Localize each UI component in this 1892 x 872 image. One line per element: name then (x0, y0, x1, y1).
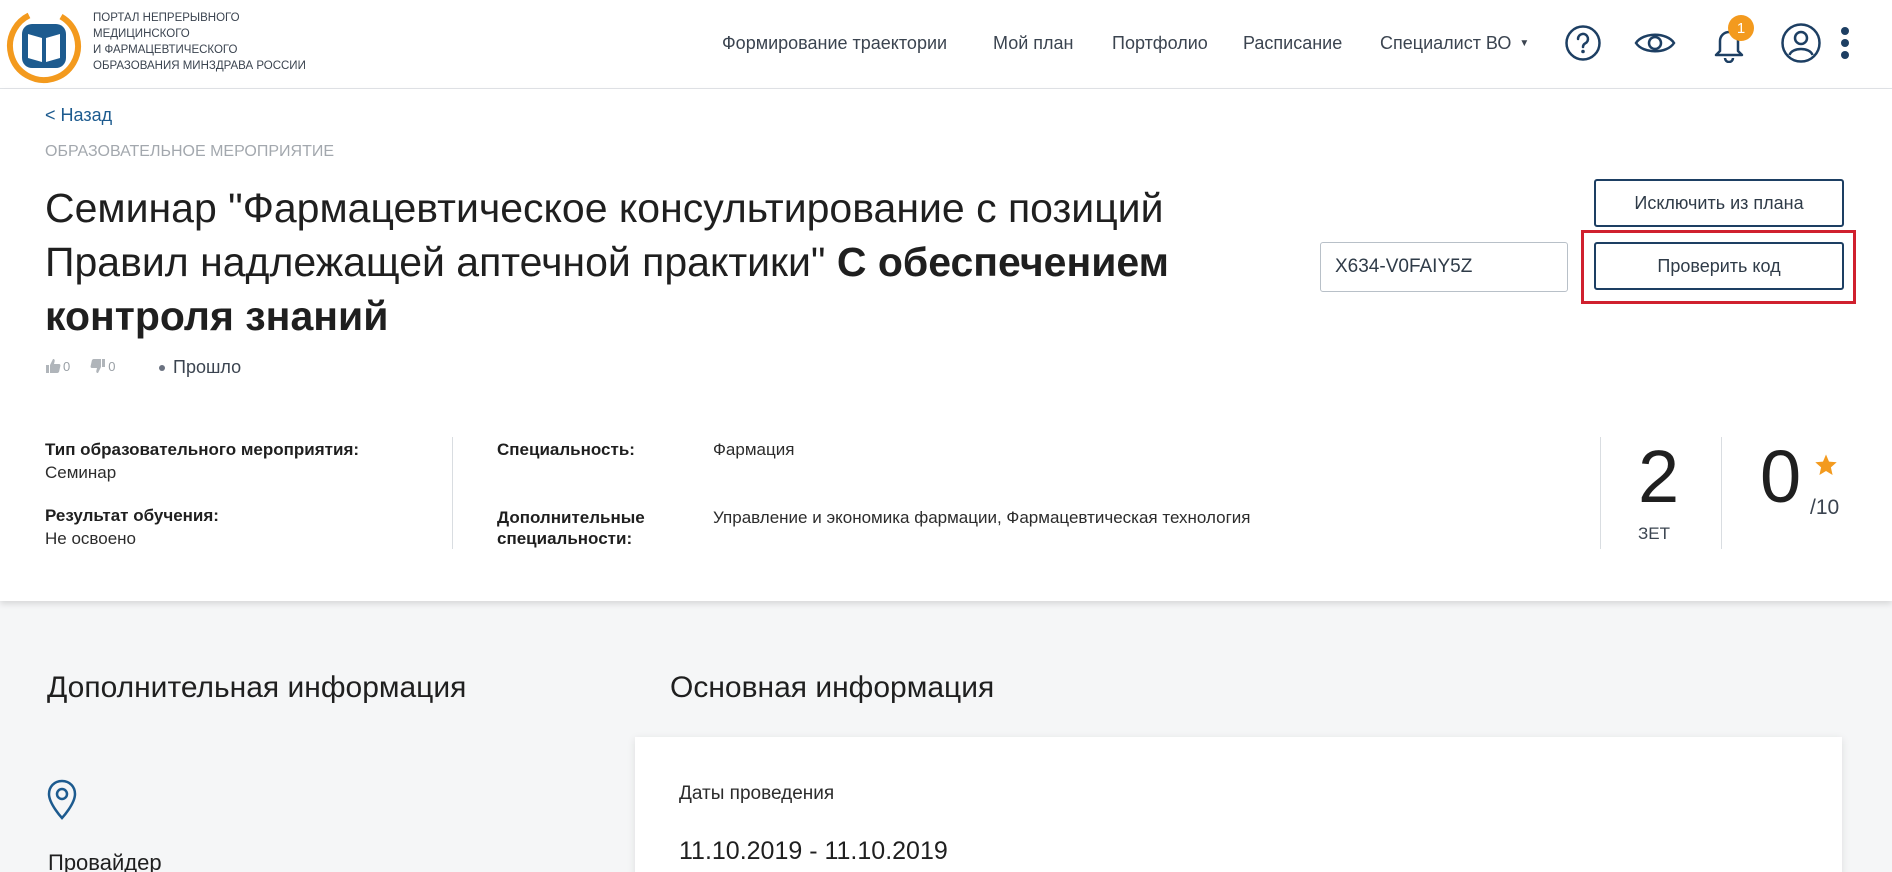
dislike-button[interactable]: 0 (90, 358, 115, 374)
like-button[interactable]: 0 (45, 358, 70, 374)
vote-bar: 0 0 (45, 358, 135, 374)
specialty-label: Специальность: (497, 440, 635, 459)
nav-role-dropdown[interactable]: Специалист ВО ▼ (1380, 33, 1529, 57)
divider (452, 437, 453, 549)
code-input[interactable]: X634-V0FAIY5Z (1320, 242, 1568, 292)
nav-schedule[interactable]: Расписание (1243, 33, 1342, 57)
specialty-value: Фармация (713, 440, 795, 459)
dates-value: 11.10.2019 - 11.10.2019 (679, 837, 948, 865)
event-title-text: Правил надлежащей аптечной практики" (45, 239, 826, 285)
event-title: Семинар "Фармацевтическое консультирован… (45, 181, 1275, 343)
main-info-title: Основная информация (670, 671, 995, 704)
main-info-panel: Даты проведения 11.10.2019 - 11.10.2019 (635, 737, 1842, 872)
thumb-up-icon (46, 359, 61, 373)
portal-name-line: ПОРТАЛ НЕПРЕРЫВНОГО (93, 12, 240, 24)
type-value: Семинар (45, 463, 117, 482)
nav-my-plan[interactable]: Мой план (993, 33, 1073, 57)
role-label: Специалист ВО (1380, 33, 1512, 53)
result-value: Не освоено (45, 529, 137, 548)
more-vertical-icon[interactable] (1822, 20, 1868, 66)
caret-down-icon: ▼ (1519, 38, 1530, 49)
event-card: < Назад ОБРАЗОВАТЕЛЬНОЕ МЕРОПРИЯТИЕ Семи… (0, 89, 1892, 601)
nav-trajectory[interactable]: Формирование траектории (722, 33, 947, 57)
event-title-line-1: Семинар "Фармацевтическое консультирован… (45, 185, 1164, 231)
divider (1600, 437, 1601, 549)
check-code-button[interactable]: Проверить код (1594, 242, 1844, 290)
portal-name-line: И ФАРМАЦЕВТИЧЕСКОГО (93, 44, 238, 56)
rating-max: /10 (1810, 496, 1840, 519)
star-icon (1815, 454, 1837, 475)
event-title-bold: контроля знаний (45, 293, 389, 339)
dislike-count: 0 (108, 358, 116, 374)
location-pin-icon (47, 779, 77, 820)
event-title-bold: С обеспечением (836, 239, 1170, 285)
like-count: 0 (63, 358, 71, 374)
notification-badge: 1 (1728, 15, 1754, 41)
event-title-line-2: Правил надлежащей аптечной практики" С о… (45, 235, 1275, 289)
extra-specialties-value: Управление и экономика фармации, Фармаце… (713, 508, 1251, 527)
status-label: Прошло (173, 357, 242, 377)
result-label: Результат обучения: (45, 506, 219, 525)
additional-info-title: Дополнительная информация (47, 671, 467, 704)
dates-label: Даты проведения (679, 783, 835, 804)
top-navigation-bar: ПОРТАЛ НЕПРЕРЫВНОГО МЕДИЦИНСКОГО И ФАРМА… (0, 0, 1892, 89)
portal-name: ПОРТАЛ НЕПРЕРЫВНОГО МЕДИЦИНСКОГО И ФАРМА… (93, 10, 323, 74)
user-icon[interactable] (1778, 20, 1824, 66)
event-status: Прошло (159, 357, 241, 378)
zet-label: ЗЕТ (1638, 524, 1670, 543)
extra-specialties-label-line: специальности: (497, 529, 633, 548)
eye-icon[interactable] (1632, 20, 1678, 66)
type-label: Тип образовательного мероприятия: (45, 440, 360, 459)
portal-name-line: ОБРАЗОВАНИЯ МИНЗДРАВА РОССИИ (93, 60, 306, 72)
nav-portfolio[interactable]: Портфолио (1112, 33, 1208, 57)
help-icon[interactable] (1560, 20, 1606, 66)
back-link[interactable]: < Назад (45, 105, 112, 126)
divider (1721, 437, 1722, 549)
thumb-down-icon (90, 359, 106, 373)
provider-label: Провайдер (48, 850, 162, 872)
rating-value: 0 (1760, 435, 1802, 518)
portal-name-line: МЕДИЦИНСКОГО (93, 28, 190, 40)
extra-specialties-label-line: Дополнительные (497, 508, 645, 527)
extra-specialties-label: Дополнительные специальности: (497, 507, 645, 549)
event-title-line-3: контроля знаний (45, 289, 1275, 343)
zet-value: 2 (1638, 435, 1680, 518)
status-dot (159, 364, 165, 371)
portal-logo[interactable] (4, 4, 84, 84)
exclude-from-plan-button[interactable]: Исключить из плана (1594, 179, 1844, 227)
event-kind-label: ОБРАЗОВАТЕЛЬНОЕ МЕРОПРИЯТИЕ (45, 143, 335, 160)
